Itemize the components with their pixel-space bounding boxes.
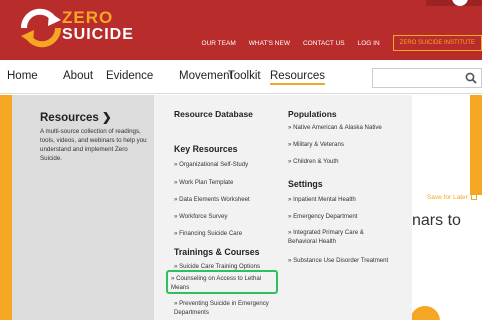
contact-us-link[interactable]: CONTACT US bbox=[303, 40, 345, 47]
nav-evidence[interactable]: Evidence bbox=[106, 70, 153, 82]
page-accent-left bbox=[0, 95, 12, 320]
nav-movement[interactable]: Movement bbox=[179, 70, 233, 82]
populations-heading[interactable]: Populations bbox=[288, 109, 337, 119]
children-youth-link[interactable]: » Children & Youth bbox=[288, 157, 338, 166]
site-header: ZERO SUICIDE OUR TEAM WHAT'S NEW CONTACT… bbox=[0, 0, 482, 60]
logo-text-suicide[interactable]: SUICIDE bbox=[62, 26, 134, 44]
whats-new-link[interactable]: WHAT'S NEW bbox=[249, 40, 290, 47]
log-in-link[interactable]: LOG IN bbox=[358, 40, 380, 47]
financing-suicide-care-link[interactable]: » Financing Suicide Care bbox=[174, 229, 242, 238]
page-accent-right bbox=[470, 95, 482, 195]
native-american-link[interactable]: » Native American & Alaska Native bbox=[288, 123, 382, 132]
zero-suicide-logo-icon[interactable] bbox=[18, 6, 64, 50]
logo-text-zero[interactable]: ZERO bbox=[62, 8, 113, 28]
resource-database-link[interactable]: Resource Database bbox=[174, 109, 253, 119]
key-resources-heading: Key Resources bbox=[174, 144, 238, 154]
main-nav: Home About Evidence Movement Toolkit Res… bbox=[0, 60, 482, 94]
nav-resources[interactable]: Resources bbox=[270, 70, 325, 85]
settings-heading: Settings bbox=[288, 179, 323, 189]
utility-nav: OUR TEAM WHAT'S NEW CONTACT US LOG IN ZE… bbox=[202, 35, 482, 51]
zero-suicide-institute-button[interactable]: ZERO SUICIDE INSTITUTE bbox=[392, 35, 482, 51]
save-for-later-label: Save for Later bbox=[427, 194, 468, 201]
preventing-suicide-ed-link[interactable]: » Preventing Suicide in Emergency Depart… bbox=[174, 299, 286, 317]
integrated-primary-care-link[interactable]: » Integrated Primary Care & Behavioral H… bbox=[288, 228, 388, 246]
search-input[interactable] bbox=[372, 68, 482, 88]
substance-use-treatment-link[interactable]: » Substance Use Disorder Treatment bbox=[288, 256, 388, 265]
highlight-box bbox=[166, 270, 278, 294]
nav-about[interactable]: About bbox=[63, 70, 93, 82]
resources-menu-title[interactable]: Resources ❯ bbox=[40, 110, 112, 124]
nav-toolkit[interactable]: Toolkit bbox=[228, 70, 261, 82]
emergency-department-link[interactable]: » Emergency Department bbox=[288, 212, 357, 221]
page-heading: nars to bbox=[412, 212, 461, 229]
nav-home[interactable]: Home bbox=[7, 70, 38, 82]
work-plan-template-link[interactable]: » Work Plan Template bbox=[174, 178, 233, 187]
military-veterans-link[interactable]: » Military & Veterans bbox=[288, 140, 344, 149]
inpatient-mental-health-link[interactable]: » Inpatient Mental Health bbox=[288, 195, 356, 204]
bookmark-icon bbox=[470, 193, 477, 200]
organizational-self-study-link[interactable]: » Organizational Self-Study bbox=[174, 160, 248, 169]
data-elements-worksheet-link[interactable]: » Data Elements Worksheet bbox=[174, 195, 250, 204]
resources-menu-description: A multi-source collection of readings, t… bbox=[40, 128, 147, 162]
search-icon[interactable] bbox=[465, 72, 477, 84]
our-team-link[interactable]: OUR TEAM bbox=[202, 40, 236, 47]
save-for-later-button[interactable]: Save for Later bbox=[427, 193, 477, 201]
workforce-survey-link[interactable]: » Workforce Survey bbox=[174, 212, 227, 221]
trainings-courses-heading: Trainings & Courses bbox=[174, 247, 260, 257]
